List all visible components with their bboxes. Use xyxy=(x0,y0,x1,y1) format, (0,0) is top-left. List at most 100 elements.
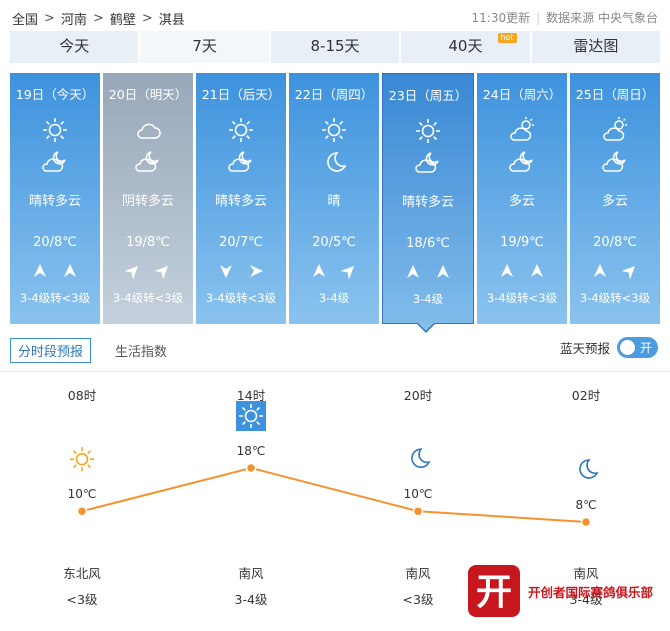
breadcrumb-country[interactable]: 全国 xyxy=(12,9,38,28)
wind-level: 3-4级转<3级 xyxy=(205,291,277,305)
update-time: 11:30更新 xyxy=(471,11,531,25)
breadcrumb-separator: > xyxy=(141,11,153,26)
moon-icon xyxy=(579,459,599,479)
temperature-range: 19/9℃ xyxy=(500,235,544,250)
wind-level: 3-4级转<3级 xyxy=(112,291,184,305)
wind-level: 3-4级转<3级 xyxy=(486,291,558,305)
day-card[interactable]: 21日（后天） 晴转多云 20/7℃ 3-4级转<3级 xyxy=(196,73,286,324)
wind-direction-icons xyxy=(10,263,100,281)
temperature-label: 10℃ xyxy=(68,487,97,501)
weather-description: 晴 xyxy=(327,194,341,209)
tab-today[interactable]: 今天 xyxy=(10,31,139,63)
partly-cloudy-night-icon xyxy=(415,152,439,173)
weather-description: 阴转多云 xyxy=(121,194,174,209)
wind-level: 3-4级转<3级 xyxy=(579,291,651,305)
day-card[interactable]: 25日（周日） 多云 20/8℃ 3-4级转<3级 xyxy=(570,73,660,324)
east-arrow-icon xyxy=(250,265,263,277)
partly-cloudy-night-icon xyxy=(228,151,252,172)
breadcrumb-county: 淇县 xyxy=(158,13,185,28)
partly-cloudy-night-icon xyxy=(135,151,159,172)
wind-level: 3-4级 xyxy=(318,291,350,305)
day-label: 23日（周五） xyxy=(388,88,468,103)
day-card[interactable]: 19日（今天） 晴转多云 20/8℃ 3-4级转<3级 xyxy=(10,73,100,324)
wind-direction: 东北风 xyxy=(63,566,101,581)
breadcrumb-province[interactable]: 河南 xyxy=(61,9,87,28)
seal-char: 开 xyxy=(476,572,512,613)
day-card[interactable]: 24日（周六） 多云 19/9℃ 3-4级转<3级 xyxy=(477,73,567,324)
day-label: 22日（周四） xyxy=(294,87,374,102)
blue-sky-toggle[interactable]: 开 xyxy=(617,337,658,358)
temperature-label: 10℃ xyxy=(404,487,433,501)
south-arrow-icon xyxy=(220,265,232,278)
update-separator: | xyxy=(536,11,541,25)
temperature-line xyxy=(81,466,587,523)
partly-cloudy-night-icon xyxy=(42,151,66,172)
time-label: 08时 xyxy=(68,388,97,403)
temperature-range: 20/5℃ xyxy=(312,235,356,250)
temperature-range: 20/8℃ xyxy=(33,235,77,250)
wind-level: <3级 xyxy=(67,592,98,607)
north-arrow-icon xyxy=(34,264,46,277)
wind-level: 3-4级 xyxy=(235,592,268,607)
north-arrow-icon xyxy=(437,265,449,278)
data-point xyxy=(412,505,424,517)
tab-7-days[interactable]: 7天 xyxy=(140,31,269,63)
wind-direction-icons xyxy=(196,263,286,281)
weather-description: 晴转多云 xyxy=(401,195,454,210)
tab-40-days[interactable]: 40天 hot xyxy=(401,31,530,63)
watermark-text: 开创者国际赛鸽俱乐部 xyxy=(528,585,654,600)
wind-level: <3级 xyxy=(403,592,434,607)
day-label: 25日（周日） xyxy=(575,87,655,102)
selected-day-pointer-inner xyxy=(418,323,434,331)
data-point xyxy=(245,462,257,474)
wind-direction-icons xyxy=(477,263,567,281)
blue-sky-forecast: 蓝天预报 开 xyxy=(560,337,658,358)
wind-direction: 南风 xyxy=(405,566,431,581)
temperature-label: 18℃ xyxy=(237,444,266,458)
day-label: 20日（明天） xyxy=(108,87,188,102)
day-label: 21日（后天） xyxy=(201,87,281,102)
forecast-tabs: 今天 7天 8-15天 40天 hot 雷达图 xyxy=(10,31,661,63)
tab-life-index[interactable]: 生活指数 xyxy=(115,341,167,360)
partly-cloudy-night-icon xyxy=(509,151,533,172)
tab-8-15-days[interactable]: 8-15天 xyxy=(270,31,400,63)
top-bar: 全国 > 河南 > 鹤壁 > 淇县 11:30更新 | 数据来源 中央气象台 xyxy=(0,0,670,32)
breadcrumb-separator: > xyxy=(92,11,104,26)
north-arrow-icon xyxy=(531,264,543,277)
day-label: 19日（今天） xyxy=(15,87,95,102)
weather-description: 多云 xyxy=(508,194,535,209)
data-source: 数据来源 中央气象台 xyxy=(546,11,658,25)
wind-level: 3-4级 xyxy=(412,292,444,306)
day-card[interactable]: 22日（周四） 晴 20/5℃ 3-4级 xyxy=(289,73,379,324)
temperature-range: 20/8℃ xyxy=(593,235,637,250)
wind-direction-icons xyxy=(103,263,193,281)
sun-icon xyxy=(229,118,253,142)
watermark-logo: 开 开创者国际赛鸽俱乐部 xyxy=(468,565,654,617)
northeast-arrow-icon xyxy=(622,266,635,279)
tab-hourly-forecast[interactable]: 分时段预报 xyxy=(10,337,92,363)
moon-icon xyxy=(411,448,431,468)
tab-radar[interactable]: 雷达图 xyxy=(531,31,661,63)
tab-40-days-label: 40天 xyxy=(448,37,483,55)
day-card[interactable]: 23日（周五） 晴转多云 18/6℃ 3-4级 xyxy=(382,73,474,324)
day-label: 24日（周六） xyxy=(482,87,562,102)
north-arrow-icon xyxy=(313,264,325,277)
northeast-arrow-icon xyxy=(155,266,168,279)
hot-badge: hot xyxy=(497,33,517,43)
breadcrumb-separator: > xyxy=(44,11,55,26)
toggle-knob xyxy=(620,340,635,355)
wind-direction-icons xyxy=(289,263,379,281)
northeast-arrow-icon xyxy=(341,266,354,279)
sun-icon xyxy=(43,118,67,142)
cloud-icon xyxy=(137,123,161,139)
blue-sky-label: 蓝天预报 xyxy=(559,341,610,356)
north-arrow-icon xyxy=(501,264,513,277)
breadcrumb-city[interactable]: 鹤壁 xyxy=(110,9,136,28)
time-label: 20时 xyxy=(404,388,433,403)
wind-level: 3-4级转<3级 xyxy=(19,291,91,305)
temperature-range: 20/7℃ xyxy=(219,235,263,250)
day-card[interactable]: 20日（明天） 阴转多云 19/8℃ 3-4级转<3级 xyxy=(103,73,193,324)
moon-icon xyxy=(327,152,347,172)
weather-description: 晴转多云 xyxy=(214,194,267,209)
sun-icon xyxy=(322,118,346,142)
